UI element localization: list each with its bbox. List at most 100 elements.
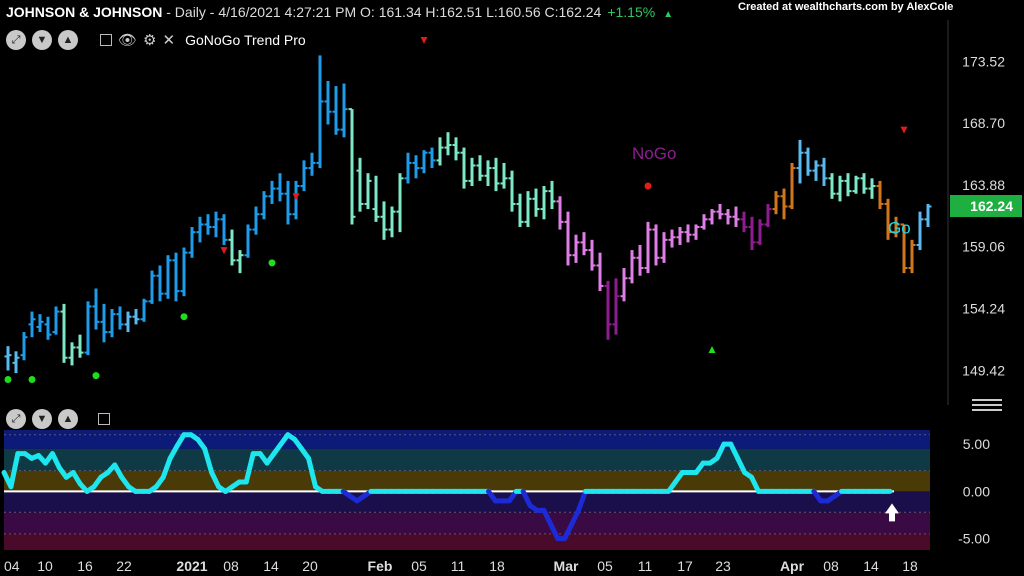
price-bar	[324, 80, 332, 125]
price-bar	[420, 150, 428, 174]
price-bar	[300, 160, 308, 192]
price-bar	[676, 227, 684, 245]
date-tick-label: 05	[411, 558, 427, 574]
symbol-name: JOHNSON & JOHNSON	[6, 4, 163, 20]
price-bar	[372, 175, 380, 222]
signal-dot	[180, 313, 188, 321]
price-bar	[612, 278, 620, 335]
price-bar	[684, 224, 692, 243]
price-bar	[332, 86, 340, 135]
price-tick-label: 173.52	[962, 53, 1005, 69]
price-bar	[100, 303, 108, 343]
price-bar	[228, 229, 236, 266]
chevron-down-icon[interactable]: ▼	[32, 30, 52, 50]
trend-label: Go	[888, 218, 911, 237]
date-tick-label: 14	[863, 558, 879, 574]
price-bar	[636, 244, 644, 276]
price-bar	[12, 351, 20, 374]
price-bar	[516, 193, 524, 228]
collapse-icon[interactable]	[100, 34, 112, 46]
price-bar	[308, 152, 316, 176]
price-bar	[452, 137, 460, 161]
date-tick-label: 14	[263, 558, 279, 574]
price-bar	[340, 83, 348, 138]
price-bar	[20, 332, 28, 361]
price-bar	[276, 173, 284, 202]
date-tick-label: 2021	[176, 558, 207, 574]
triangle-up-icon: ▲	[663, 9, 674, 20]
chevron-down-icon[interactable]: ▼	[32, 409, 52, 429]
oscillator-tick-label: 0.00	[963, 483, 990, 499]
price-bar	[132, 309, 140, 325]
date-tick-label: 08	[823, 558, 839, 574]
price-bar	[876, 180, 884, 210]
price-bar	[52, 306, 60, 335]
eye-icon[interactable]: 👁	[118, 31, 137, 49]
chevron-up-icon[interactable]: ▲	[58, 30, 78, 50]
credit-text: Created at wealthcharts.com by AlexCole	[738, 1, 954, 13]
price-bar	[724, 209, 732, 225]
price-bar	[124, 311, 132, 333]
price-bar	[692, 224, 700, 240]
price-bar	[836, 175, 844, 202]
price-bar	[572, 234, 580, 263]
signal-triangle-down	[292, 193, 300, 201]
price-bar	[540, 186, 548, 220]
price-bar	[740, 211, 748, 233]
add-panel-icon[interactable]	[98, 413, 110, 425]
price-bar	[812, 160, 820, 181]
price-bar	[36, 314, 44, 333]
price-bar	[196, 216, 204, 243]
price-bar	[484, 160, 492, 187]
price-bar	[828, 173, 836, 199]
price-bar	[4, 346, 12, 371]
date-tick-label: 22	[116, 558, 132, 574]
price-bar	[820, 157, 828, 187]
chevron-up-icon[interactable]: ▲	[58, 409, 78, 429]
price-bar	[76, 334, 84, 358]
price-tick-label: 154.24	[962, 301, 1005, 317]
signal-dot	[4, 375, 12, 383]
signal-triangle-up	[708, 346, 716, 354]
price-bar	[436, 137, 444, 166]
price-bar	[668, 229, 676, 248]
date-tick-label: 10	[37, 558, 53, 574]
price-bar	[756, 219, 764, 245]
expand-icon[interactable]: ⤢	[6, 30, 26, 50]
date-tick-label: Apr	[780, 558, 805, 574]
price-bar	[356, 157, 364, 212]
indicator-name: GoNoGo Trend Pro	[185, 32, 306, 48]
date-tick-label: 04	[4, 558, 20, 574]
price-markers	[4, 36, 908, 383]
price-bars	[4, 55, 932, 374]
price-bar	[268, 180, 276, 204]
close-icon[interactable]: ✕	[163, 31, 176, 49]
oscillator-band	[4, 491, 930, 513]
price-bar	[868, 178, 876, 199]
date-tick-label: 08	[223, 558, 239, 574]
price-bar	[588, 239, 596, 271]
oscillator-band	[4, 448, 930, 471]
price-bar	[916, 211, 924, 251]
price-bar	[556, 196, 564, 230]
price-bar	[620, 268, 628, 302]
price-bar	[252, 206, 260, 235]
price-bar	[500, 162, 508, 189]
date-tick-label: 16	[77, 558, 93, 574]
date-tick-label: 23	[715, 558, 731, 574]
price-bar	[580, 232, 588, 256]
price-tick-label: 159.06	[962, 239, 1005, 255]
price-bar	[140, 298, 148, 322]
price-tick-label: 168.70	[962, 115, 1005, 131]
expand-icon[interactable]: ⤢	[6, 409, 26, 429]
hamburger-menu-icon[interactable]	[972, 396, 1002, 414]
price-tick-label: 149.42	[962, 362, 1005, 378]
price-bar	[924, 203, 932, 228]
price-bar	[212, 211, 220, 238]
gear-icon[interactable]: ⚙	[143, 31, 156, 49]
price-bar	[204, 214, 212, 235]
price-bar	[780, 188, 788, 220]
price-bar	[852, 175, 860, 194]
price-bar	[92, 288, 100, 330]
price-panel-toolbar: ⤢ ▼ ▲ 👁 ⚙ ✕ GoNoGo Trend Pro	[6, 30, 306, 50]
